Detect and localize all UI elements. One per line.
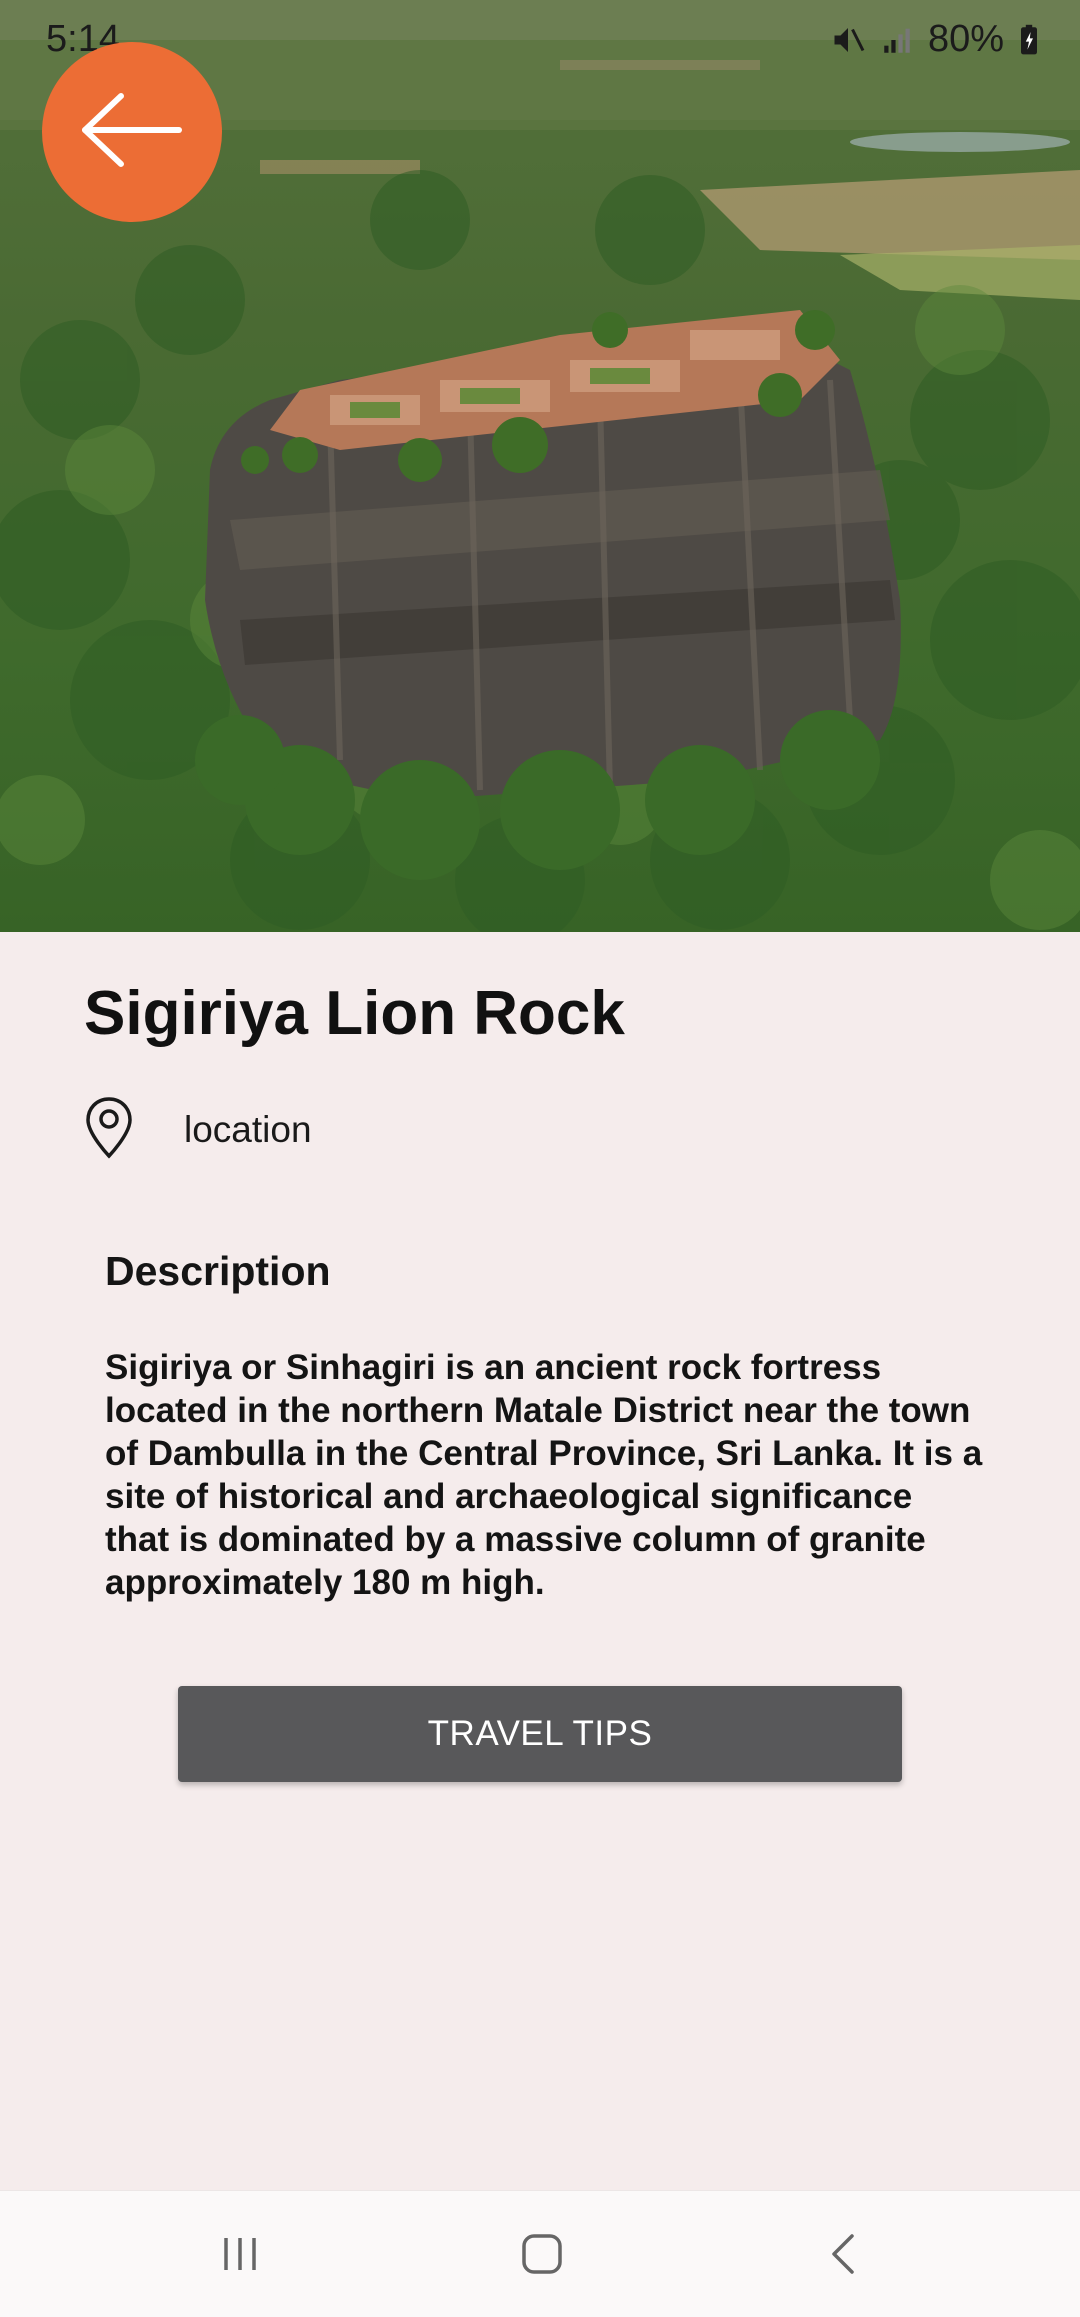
page-title: Sigiriya Lion Rock <box>84 979 625 1048</box>
nav-back-button[interactable] <box>804 2221 884 2291</box>
arrow-left-icon <box>77 90 187 175</box>
map-pin-icon <box>84 1096 134 1165</box>
home-icon <box>519 2231 565 2282</box>
location-row: location <box>84 1096 312 1165</box>
description-heading: Description <box>105 1248 331 1294</box>
mute-icon <box>830 22 866 58</box>
back-button[interactable] <box>42 42 222 222</box>
battery-icon <box>1018 24 1040 56</box>
battery-percentage: 80% <box>927 18 1004 60</box>
location-label: location <box>184 1109 312 1150</box>
back-icon <box>822 2232 866 2281</box>
recents-button[interactable] <box>200 2221 280 2291</box>
description-text: Sigiriya or Sinhagiri is an ancient rock… <box>105 1348 983 1602</box>
signal-icon <box>880 23 914 57</box>
system-nav-bar <box>0 2190 1080 2317</box>
status-icons: 80% <box>830 18 1040 61</box>
home-button[interactable] <box>502 2221 582 2291</box>
travel-tips-button[interactable]: TRAVEL TIPS <box>178 1686 902 1782</box>
recents-icon <box>218 2232 262 2281</box>
